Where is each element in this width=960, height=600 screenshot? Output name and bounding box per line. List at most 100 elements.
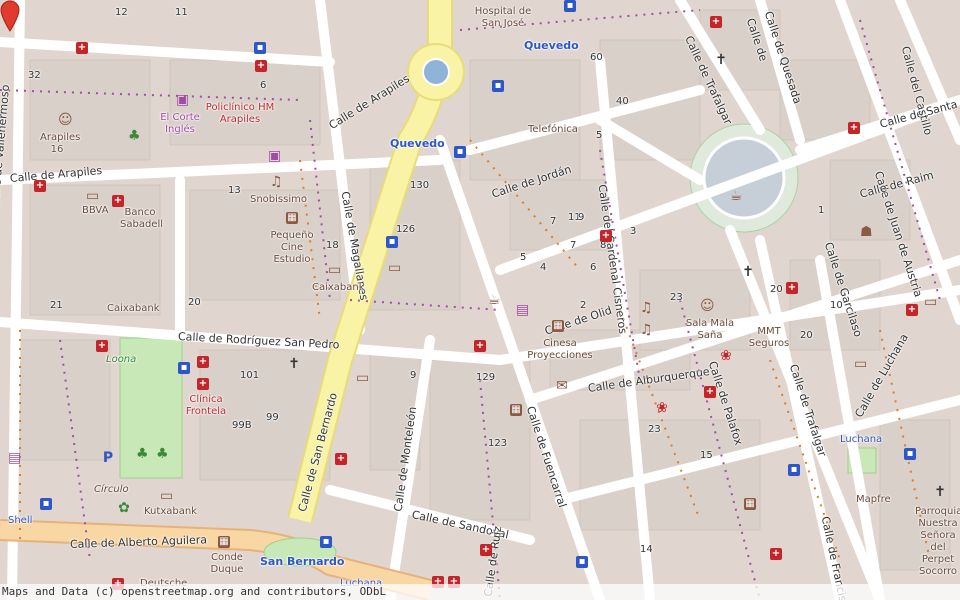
house-number: 1 (818, 205, 825, 216)
bus-stop-icon: ▪ (254, 42, 266, 54)
pharmacy-icon: + (600, 230, 612, 242)
house-number: 5 (520, 252, 527, 263)
pharmacy-icon: + (770, 548, 782, 560)
pharmacy-icon: + (474, 340, 486, 352)
house-number: 7 (570, 240, 577, 251)
house-number: 20 (770, 284, 783, 295)
pharmacy-icon: + (710, 16, 722, 28)
pharmacy-icon: + (786, 282, 798, 294)
house-number: 9 (578, 212, 585, 223)
map-canvas[interactable]: Calle de Arapiles Calle de Arapiles Call… (0, 0, 960, 600)
fountain (422, 58, 450, 86)
bus-stop-icon: ▪ (492, 80, 504, 92)
house-number: 11 (175, 7, 188, 18)
bus-stop-icon: ▪ (788, 464, 800, 476)
pharmacy-icon: + (906, 304, 918, 316)
theatre-icon: ☺ (700, 298, 715, 314)
poi-conde-duque: Conde Duque (210, 552, 244, 575)
metro-quevedo-2: Quevedo (390, 137, 445, 150)
shop-icon: ▣ (176, 92, 190, 108)
house-number: 101 (240, 370, 260, 381)
poi-mmt-seguros: MMT Seguros (748, 326, 790, 349)
music-icon: ♫ (270, 174, 283, 190)
house-number: 15 (700, 450, 713, 461)
poi-circulo: Círculo (94, 484, 129, 495)
poi-banco-sabadell: Banco Sabadell (120, 207, 164, 230)
poi-policlinico: Policlínico HM Arapiles (205, 102, 275, 125)
house-number: 6 (590, 262, 597, 273)
fuel-icon: ▪ (386, 236, 398, 248)
house-number: 21 (50, 300, 63, 311)
cinema-icon: ▦ (286, 212, 298, 224)
house-number: 10 (830, 300, 843, 311)
bank-icon: ▭ (854, 356, 868, 372)
poi-sala-mala-sana: Sala Mala Saña (685, 318, 735, 341)
taxi-icon: ▪ (178, 362, 190, 374)
house-number: 2 (580, 300, 587, 311)
cinema-icon: ▦ (510, 404, 522, 416)
post-office-icon: ✉ (556, 378, 568, 394)
house-number: 40 (616, 96, 629, 107)
pharmacy-icon: + (197, 378, 209, 390)
metro-quevedo-1: Quevedo (524, 39, 579, 52)
house-number: 60 (590, 52, 603, 63)
poi-clinica-frontela: Clínica Frontela (185, 394, 227, 417)
veterinary-icon: ❀ (720, 348, 732, 364)
house-number: 32 (28, 70, 41, 81)
fuel-icon: ▪ (40, 498, 52, 510)
house-number: 6 (260, 80, 267, 91)
shop-cart-icon: ▤ (8, 450, 22, 466)
bank-icon: ▭ (86, 188, 100, 204)
house-number: 4 (540, 262, 547, 273)
playground-icon: ♣ (136, 446, 149, 462)
house-number: 12 (115, 7, 128, 18)
taxi-icon: ▪ (320, 536, 332, 548)
poi-el-corte-ingles: El Corte Inglés (160, 112, 200, 135)
house-number: 18 (326, 240, 339, 251)
church-icon: ✝ (715, 52, 727, 68)
poi-shell: Shell (8, 515, 33, 526)
house-number: 13 (228, 185, 241, 196)
poi-pequeno-cine: Pequeño Cine Estudio (270, 230, 314, 265)
shop-cart-icon: ▤ (516, 302, 530, 318)
metro-san-bernardo: San Bernardo (260, 555, 345, 568)
pharmacy-icon: + (704, 386, 716, 398)
cinema-icon: ▦ (552, 320, 564, 332)
house-number: 20 (800, 330, 813, 341)
community-icon: ☗ (860, 224, 873, 240)
house-number: 123 (488, 438, 508, 449)
house-number: 7 (550, 216, 557, 227)
pharmacy-icon: + (255, 60, 267, 72)
house-number: 23 (648, 424, 661, 435)
church-icon: ✝ (934, 484, 946, 500)
veterinary-icon: ❀ (656, 400, 668, 416)
poi-hospital-san-jose: Hospital de San José (474, 6, 532, 29)
location-pin-icon[interactable] (0, 0, 20, 32)
bank-icon: ▭ (924, 294, 938, 310)
poi-caixabank-2: Caixabank (107, 303, 160, 314)
bank-icon: ▭ (328, 262, 342, 278)
pharmacy-icon: + (96, 340, 108, 352)
hospital-icon: + (197, 356, 209, 368)
pharmacy-icon: + (112, 195, 124, 207)
house-number: 14 (640, 544, 653, 555)
poi-mapfre: Mapfre (856, 494, 891, 505)
pharmacy-icon: + (848, 122, 860, 134)
poi-luchana: Luchana (840, 434, 883, 445)
bus-stop-icon: ▪ (454, 146, 466, 158)
bank-icon: ▭ (356, 370, 370, 386)
house-number: 20 (188, 297, 201, 308)
pharmacy-icon: + (34, 180, 46, 192)
music-icon: ♫ (640, 300, 653, 316)
house-number: 9 (410, 370, 417, 381)
shop-icon: ▣ (268, 148, 282, 164)
pharmacy-icon: + (335, 453, 347, 465)
poi-kutxabank: Kutxabank (144, 506, 197, 517)
poi-parroquia: Parroquia Nuestra Señora del Perpet Soco… (915, 506, 960, 577)
poi-loona: Loona (106, 354, 137, 365)
bank-icon: ▭ (160, 488, 174, 504)
playground-icon: ♣ (156, 446, 169, 462)
map-attribution: Maps and Data (c) openstreetmap.org and … (0, 584, 960, 600)
poi-telefonica: Telefónica (528, 124, 578, 135)
church-icon: ✝ (742, 264, 754, 280)
